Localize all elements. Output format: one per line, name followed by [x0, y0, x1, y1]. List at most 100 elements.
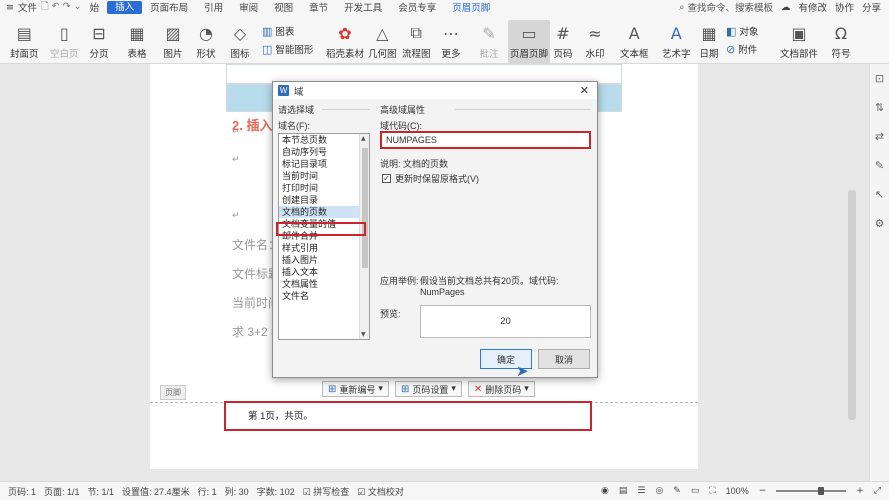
symbol-button[interactable]: Ω 符号	[830, 23, 852, 61]
smart-graphic-button[interactable]: ◫ 智能图形	[262, 42, 313, 57]
status-bar: 页码: 1 页面: 1/1 节: 1/1 设置值: 27.4厘米 行: 1 列:…	[0, 481, 889, 500]
comment-button[interactable]: ✎ 批注	[478, 23, 500, 61]
icon-lib-button[interactable]: ◇ 图标	[229, 23, 251, 61]
table-button[interactable]: ▦ 表格	[126, 23, 148, 61]
page-number-settings-button[interactable]: ⊞ 页码设置 ▾	[394, 381, 462, 397]
zoom-out-icon[interactable]: −	[759, 486, 767, 496]
field-list-item[interactable]: 样式引用	[279, 242, 369, 254]
sidebar-icon-1[interactable]: ⊡	[875, 72, 884, 85]
field-name-list[interactable]: 本节总页数 自动序列号 标记目录项 当前时间 打印时间 创建目录 文档的页数 文档变量的值 邮件…	[278, 133, 370, 340]
tab-page-layout[interactable]: 页面布局	[142, 0, 196, 14]
textbox-button[interactable]: A 文本框	[620, 23, 649, 61]
zoom-in-icon[interactable]: +	[856, 486, 864, 496]
close-icon[interactable]: ✕	[580, 84, 589, 97]
dialog-title-bar: W 域 ✕	[273, 82, 597, 99]
renumber-button[interactable]: ⊞ 重新编号 ▾	[322, 381, 389, 397]
footer-content[interactable]: 第 1页，共页。	[248, 408, 313, 422]
fit-icon[interactable]: ⛶	[709, 486, 715, 496]
page-number-button[interactable]: # 页码	[552, 23, 574, 61]
shape-button[interactable]: ◔ 形状	[195, 23, 217, 61]
read-view-icon[interactable]: ▭	[691, 486, 700, 496]
vertical-scrollbar[interactable]	[848, 190, 856, 420]
sidebar-icon-3[interactable]: ⇄	[875, 130, 884, 143]
flowchart-button[interactable]: ⧉ 流程图	[402, 23, 431, 60]
symbol-icon: Ω	[834, 23, 848, 43]
zoom-level[interactable]: 100%	[726, 486, 749, 496]
tab-view[interactable]: 视图	[266, 0, 301, 14]
outline-view-icon[interactable]: ☰	[637, 486, 645, 496]
tab-start[interactable]: 始	[82, 0, 108, 14]
picture-button[interactable]: ▨ 图片	[162, 23, 184, 61]
share[interactable]: 分享	[862, 0, 881, 14]
tab-developer[interactable]: 开发工具	[336, 0, 390, 14]
preview-label: 预览:	[380, 309, 401, 319]
eye-icon[interactable]: ◉	[601, 486, 609, 496]
delete-page-number-button[interactable]: ✕ 删除页码 ▾	[467, 381, 535, 397]
menu-bar: ≡ 文件 🗋 ↶ ↷ ⌄ 始 插入 页面布局 引用 审阅 视图 章节 开发工具 …	[0, 0, 889, 14]
spell-check-toggle[interactable]: ☑ 拼写检查	[303, 485, 350, 498]
field-list-item[interactable]: 自动序列号	[279, 146, 369, 158]
cloud-icon[interactable]: ☁	[781, 2, 791, 13]
status-page: 页面: 1/1	[44, 486, 80, 497]
file-menu[interactable]: 文件	[18, 0, 37, 14]
wordart-button[interactable]: A 艺术字	[662, 23, 691, 61]
blank-page-button[interactable]: ▯ 空白页	[50, 23, 79, 61]
status-row: 行: 1	[197, 486, 217, 497]
has-changes[interactable]: 有修改	[798, 0, 827, 14]
toolbar-quick-icons[interactable]: 🗋 ↶ ↷ ⌄	[41, 0, 82, 15]
example-label: 应用举例:	[380, 276, 419, 286]
field-list-item[interactable]: 插入文本	[279, 266, 369, 278]
field-list-item[interactable]: 文档的页数	[279, 206, 369, 218]
chart-button[interactable]: ▥ 图表	[262, 24, 294, 39]
paragraph-mark: ↵	[232, 210, 240, 220]
field-list-item[interactable]: 插入图片	[279, 254, 369, 266]
field-list-item[interactable]: 本节总页数	[279, 134, 369, 146]
expand-icon[interactable]: ⤢	[874, 486, 881, 496]
sidebar-icon-6[interactable]: ⚙	[875, 217, 885, 230]
page-view-icon[interactable]: ▤	[619, 486, 628, 496]
field-list-item[interactable]: 文档属性	[279, 278, 369, 290]
cancel-button[interactable]: 取消	[538, 349, 590, 369]
web-view-icon[interactable]: ◎	[655, 486, 663, 496]
object-button[interactable]: ◧ 对象	[726, 24, 758, 39]
more-icon: ⋯	[443, 23, 459, 43]
collaborate[interactable]: 协作	[835, 0, 854, 14]
cursor-icon[interactable]: ↖	[875, 188, 884, 201]
cover-page-button[interactable]: ▤ 封面页	[10, 23, 39, 61]
status-words[interactable]: 字数: 102	[257, 485, 295, 498]
tab-review[interactable]: 审阅	[231, 0, 266, 14]
proof-toggle[interactable]: ☑ 文档校对	[357, 485, 404, 498]
header-footer-icon: ▭	[521, 23, 537, 43]
watermark-button[interactable]: ≈ 水印	[584, 23, 606, 61]
command-search[interactable]: ⌕ 查找命令、搜索模板	[679, 0, 773, 15]
header-footer-button[interactable]: ▭ 页眉页脚	[508, 20, 551, 63]
pen-view-icon[interactable]: ✎	[673, 486, 681, 496]
zoom-slider[interactable]	[776, 487, 847, 495]
attachment-button[interactable]: ⊘ 附件	[726, 42, 757, 57]
field-code-input[interactable]: NUMPAGES	[380, 131, 591, 149]
page-break-button[interactable]: ⊟ 分页	[88, 23, 110, 61]
table-icon: ▦	[129, 23, 145, 43]
field-list-item[interactable]: 当前时间	[279, 170, 369, 182]
tab-insert[interactable]: 插入	[107, 0, 143, 14]
geometry-button[interactable]: △ 几何图	[368, 23, 397, 61]
tab-member[interactable]: 会员专享	[390, 0, 444, 14]
material-button[interactable]: ✿ 稻壳素材	[326, 23, 364, 61]
list-scrollbar[interactable]: ▲ ▼	[359, 134, 369, 339]
field-list-item[interactable]: 文件名	[279, 290, 369, 302]
tab-header-footer[interactable]: 页眉页脚	[444, 0, 498, 14]
checkbox-checked-icon[interactable]: ✓	[382, 174, 391, 183]
keep-format-checkbox[interactable]: ✓ 更新时保留原格式(V)	[382, 172, 479, 185]
hamburger-icon[interactable]: ≡	[6, 2, 14, 13]
field-list-item[interactable]: 创建目录	[279, 194, 369, 206]
tab-references[interactable]: 引用	[196, 0, 231, 14]
sidebar-icon-2[interactable]: ⇅	[875, 101, 884, 114]
field-list-item[interactable]: 标记目录项	[279, 158, 369, 170]
doc-parts-button[interactable]: ▣ 文档部件	[780, 23, 818, 61]
field-list-item[interactable]: 打印时间	[279, 182, 369, 194]
tab-chapter[interactable]: 章节	[301, 0, 336, 14]
pen-icon[interactable]: ✎	[875, 159, 884, 172]
date-button[interactable]: ▦ 日期	[698, 23, 720, 61]
dialog-title: 域	[294, 86, 304, 98]
more-button[interactable]: ⋯ 更多	[440, 23, 462, 61]
